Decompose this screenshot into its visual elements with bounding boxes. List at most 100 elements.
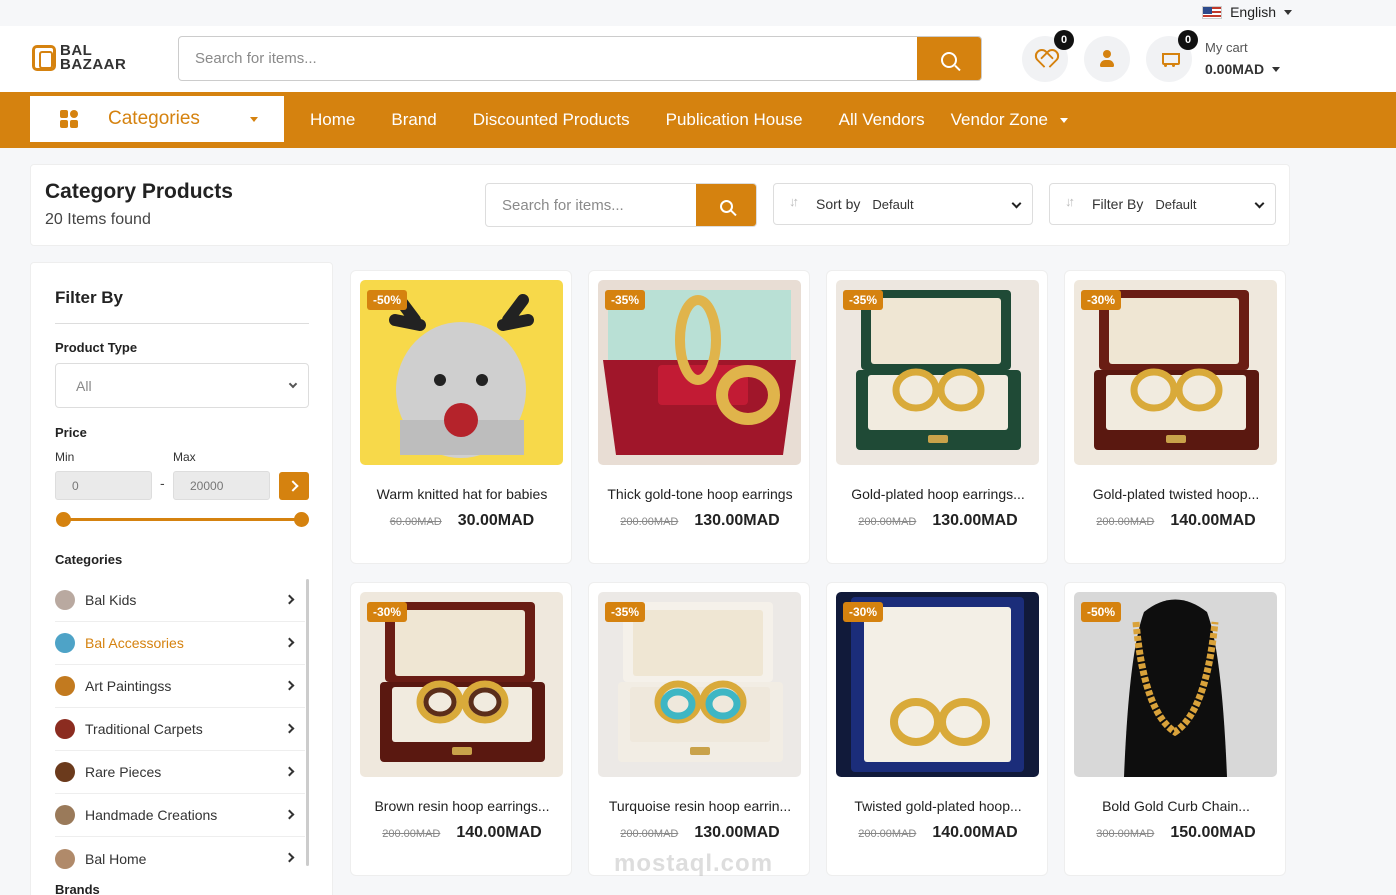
category-search bbox=[485, 183, 757, 227]
account-button[interactable] bbox=[1084, 36, 1130, 82]
nav-vendor-zone[interactable]: Vendor Zone bbox=[951, 110, 1068, 130]
product-name[interactable]: Gold-plated hoop earrings... bbox=[833, 486, 1043, 502]
category-name: Bal Home bbox=[85, 850, 147, 867]
cart-summary[interactable]: My cart 0.00MAD bbox=[1205, 40, 1281, 77]
product-card[interactable]: -35% Gold-plated hoop earrings... 200.00MA… bbox=[826, 270, 1048, 564]
category-thumbnail bbox=[55, 848, 75, 869]
current-price: 140.00MAD bbox=[456, 824, 542, 841]
sidebar-category-item[interactable]: Handmade Creations bbox=[55, 794, 305, 837]
categories-dropdown[interactable]: Categories bbox=[30, 96, 284, 142]
min-price-input[interactable]: 0 bbox=[55, 471, 152, 500]
caret-down-icon bbox=[1060, 118, 1068, 124]
product-image[interactable]: -30% bbox=[836, 592, 1039, 777]
category-thumbnail bbox=[55, 805, 75, 825]
search-icon bbox=[719, 199, 733, 213]
product-image[interactable]: -50% bbox=[360, 280, 563, 465]
header: BAL BAZAAR 0 0 My cart 0.00MAD bbox=[0, 26, 1396, 92]
product-type-select[interactable]: All bbox=[55, 363, 309, 408]
product-price: 200.00MAD 140.00MAD bbox=[827, 824, 1047, 842]
sidebar-category-item[interactable]: Traditional Carpets bbox=[55, 708, 305, 751]
heart-icon bbox=[1036, 51, 1054, 67]
chevron-down-icon bbox=[1011, 198, 1022, 209]
chevron-right-icon bbox=[284, 809, 295, 820]
price-slider-max-handle[interactable] bbox=[294, 512, 309, 527]
product-image[interactable]: -30% bbox=[360, 592, 563, 777]
filter-icon bbox=[1065, 194, 1080, 211]
chevron-right-icon bbox=[284, 680, 295, 691]
main-nav: Categories Home Brand Discounted Product… bbox=[0, 92, 1396, 148]
language-selector[interactable]: English bbox=[1202, 4, 1292, 20]
category-list: Bal Kids Bal Accessories Art Paintingss Tra… bbox=[55, 579, 305, 880]
price-apply-button[interactable] bbox=[279, 472, 309, 500]
nav-publication-house[interactable]: Publication House bbox=[666, 110, 803, 130]
items-count: 20 Items found bbox=[45, 211, 151, 228]
product-card[interactable]: -35% Thick gold-tone hoop earrings 200.00M… bbox=[588, 270, 810, 564]
discount-badge: -30% bbox=[843, 602, 884, 622]
nav-all-vendors[interactable]: All Vendors bbox=[839, 110, 925, 130]
current-price: 130.00MAD bbox=[694, 824, 780, 841]
nav-discounted-products[interactable]: Discounted Products bbox=[473, 110, 630, 130]
watermark: mostaql.com bbox=[614, 850, 774, 877]
caret-down-icon bbox=[1284, 9, 1292, 15]
sidebar-category-item[interactable]: Bal Home bbox=[55, 837, 305, 880]
category-scrollbar[interactable] bbox=[306, 579, 309, 866]
product-type-label: Product Type bbox=[55, 340, 138, 355]
grid-icon bbox=[60, 110, 78, 128]
product-name[interactable]: Gold-plated twisted hoop... bbox=[1071, 486, 1281, 502]
sidebar-category-item[interactable]: Bal Kids bbox=[55, 579, 305, 622]
product-image[interactable]: -30% bbox=[1074, 280, 1277, 465]
sort-select[interactable]: Sort by Default bbox=[773, 183, 1033, 225]
product-name[interactable]: Thick gold-tone hoop earrings bbox=[595, 486, 805, 502]
filter-select[interactable]: Filter By Default bbox=[1049, 183, 1276, 225]
current-price: 130.00MAD bbox=[694, 512, 780, 529]
chevron-down-icon bbox=[288, 379, 298, 389]
discount-badge: -50% bbox=[1081, 602, 1122, 622]
product-name[interactable]: Turquoise resin hoop earrin... bbox=[595, 798, 805, 814]
nav-home[interactable]: Home bbox=[310, 110, 355, 130]
cart-icon bbox=[1159, 51, 1180, 67]
product-name[interactable]: Brown resin hoop earrings... bbox=[357, 798, 567, 814]
product-card[interactable]: -50% Bold Gold Curb Chain... 300.00MAD 150.… bbox=[1064, 582, 1286, 876]
search-input[interactable] bbox=[179, 37, 919, 80]
product-card[interactable]: -50% Warm knitted hat for babies 60.00MAD 3… bbox=[350, 270, 572, 564]
product-name[interactable]: Twisted gold-plated hoop... bbox=[833, 798, 1043, 814]
product-image[interactable]: -35% bbox=[598, 280, 801, 465]
search-button[interactable] bbox=[917, 37, 981, 80]
category-search-input[interactable] bbox=[486, 184, 698, 226]
product-image[interactable]: -50% bbox=[1074, 592, 1277, 777]
product-image[interactable]: -35% bbox=[836, 280, 1039, 465]
price-slider-min-handle[interactable] bbox=[56, 512, 71, 527]
sidebar-category-item[interactable]: Rare Pieces bbox=[55, 751, 305, 794]
wishlist-button[interactable]: 0 bbox=[1022, 30, 1074, 82]
product-card[interactable]: -30% Brown resin hoop earrings... 200.00MA… bbox=[350, 582, 572, 876]
cart-total: 0.00MAD bbox=[1205, 61, 1265, 77]
max-price-input[interactable]: 20000 bbox=[173, 471, 270, 500]
old-price: 300.00MAD bbox=[1096, 828, 1155, 840]
sidebar-category-item[interactable]: Art Paintingss bbox=[55, 665, 305, 708]
old-price: 200.00MAD bbox=[620, 828, 679, 840]
product-name[interactable]: Warm knitted hat for babies bbox=[357, 486, 567, 502]
product-card[interactable]: -30% Gold-plated twisted hoop... 200.00MAD… bbox=[1064, 270, 1286, 564]
product-card[interactable]: -35% Turquoise resin hoop earrin... 200.00… bbox=[588, 582, 810, 876]
product-price: 200.00MAD 130.00MAD bbox=[589, 512, 809, 530]
current-price: 130.00MAD bbox=[932, 512, 1018, 529]
product-price: 300.00MAD 150.00MAD bbox=[1065, 824, 1285, 842]
product-card[interactable]: -30% Twisted gold-plated hoop... 200.00MAD… bbox=[826, 582, 1048, 876]
old-price: 60.00MAD bbox=[389, 516, 442, 528]
category-name: Art Paintingss bbox=[85, 678, 172, 694]
price-dash: - bbox=[160, 475, 165, 491]
nav-brand[interactable]: Brand bbox=[391, 110, 436, 130]
current-price: 150.00MAD bbox=[1170, 824, 1256, 841]
filter-value: Default bbox=[1155, 196, 1197, 212]
price-slider-track[interactable] bbox=[63, 518, 301, 521]
filter-label: Filter By bbox=[1092, 196, 1144, 212]
discount-badge: -30% bbox=[367, 602, 408, 622]
product-image[interactable]: -35% bbox=[598, 592, 801, 777]
logo[interactable]: BAL BAZAAR bbox=[32, 43, 126, 72]
category-search-button[interactable] bbox=[696, 184, 756, 226]
cart-button[interactable]: 0 bbox=[1146, 30, 1198, 82]
product-name[interactable]: Bold Gold Curb Chain... bbox=[1071, 798, 1281, 814]
language-label: English bbox=[1230, 4, 1276, 20]
sidebar-category-item[interactable]: Bal Accessories bbox=[55, 622, 305, 665]
old-price: 200.00MAD bbox=[620, 516, 679, 528]
